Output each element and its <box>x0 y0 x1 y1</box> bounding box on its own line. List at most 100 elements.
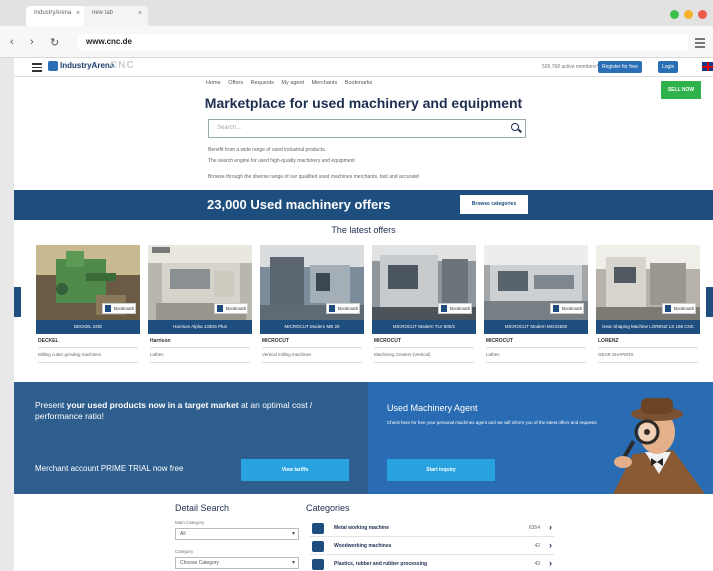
chevron-right-icon[interactable]: › <box>549 540 552 550</box>
page-content: Home Offers Requests My agent Merchants … <box>14 77 713 571</box>
carousel-prev-arrow[interactable] <box>14 287 21 317</box>
category-label: Category <box>175 549 194 554</box>
offer-category[interactable]: Lathes <box>150 352 164 357</box>
category-name: Metal working machine <box>334 525 390 531</box>
hamburger-menu-icon[interactable] <box>32 63 42 74</box>
merchant-promo-panel: Present your used products now in a targ… <box>14 382 368 494</box>
search-icon[interactable] <box>511 123 519 131</box>
login-button[interactable]: Login <box>658 61 679 73</box>
offer-category[interactable]: GEAR SHAPERS <box>598 352 634 357</box>
start-inquiry-button[interactable]: Start inquiry <box>387 459 495 481</box>
offer-category[interactable]: Lathes <box>486 352 500 357</box>
forward-icon[interactable]: › <box>30 36 34 48</box>
bookmark-button[interactable]: Bookmark <box>102 303 136 314</box>
view-tariffs-button[interactable]: View tariffs <box>241 459 349 481</box>
tab-close-icon[interactable]: × <box>76 10 80 17</box>
offer-maker: DECKEL <box>38 338 59 344</box>
category-row[interactable]: Plastics, rubber and rubber processing 4… <box>310 557 554 571</box>
divider <box>262 347 362 348</box>
offer-maker: LORENZ <box>598 338 619 344</box>
chevron-right-icon[interactable]: › <box>549 522 552 532</box>
chevron-right-icon[interactable]: › <box>549 558 552 568</box>
nav-offers[interactable]: Offers <box>228 80 243 86</box>
back-icon[interactable]: ‹ <box>10 36 14 48</box>
divider <box>150 362 250 363</box>
divider <box>374 362 474 363</box>
merchant-promo-text: Present your used products now in a targ… <box>35 400 313 421</box>
bookmark-button[interactable]: Bookmark <box>438 303 472 314</box>
category-row[interactable]: Metal working machine 6354 › <box>310 521 554 537</box>
search-input[interactable]: Search... <box>208 119 526 138</box>
carousel-next-arrow[interactable] <box>706 287 713 317</box>
offer-caption[interactable]: MICROCUT Modern MB 20 <box>260 320 364 334</box>
browser-tab-new[interactable]: new tab × <box>84 6 148 26</box>
nav-requests[interactable]: Requests <box>251 80 274 86</box>
bookmark-button[interactable]: Bookmark <box>326 303 360 314</box>
detective-illustration <box>613 398 705 494</box>
offer-maker: MICROCUT <box>486 338 513 344</box>
offer-card[interactable]: Bookmark MICROCUT Modern TLV 800/1 MICRO… <box>372 245 476 372</box>
site-header: IndustryArena CNC 526.768 active members… <box>14 58 713 77</box>
register-button[interactable]: Register for free <box>598 61 642 73</box>
offer-maker: Harrison <box>150 338 171 344</box>
offer-category[interactable]: Milling cutter grinding machines <box>38 352 101 357</box>
bookmark-button[interactable]: Bookmark <box>214 303 248 314</box>
offer-caption[interactable]: MICROCUT Modern TLV 800/1 <box>372 320 476 334</box>
bookmark-button[interactable]: Bookmark <box>550 303 584 314</box>
category-count: 43 <box>534 561 540 567</box>
tab-label: IndustryArena <box>34 10 72 16</box>
tab-label: new tab <box>92 10 114 16</box>
address-bar: ‹ › ↻ www.cnc.de <box>0 26 713 58</box>
window-close-icon[interactable] <box>698 10 707 19</box>
detail-search-title: Detail Search <box>175 503 230 513</box>
tab-close-icon[interactable]: × <box>138 10 142 17</box>
divider <box>262 362 362 363</box>
browser-tabbar: IndustryArena × new tab × <box>0 0 713 26</box>
browser-menu-icon[interactable] <box>695 38 705 50</box>
industryarena-logo[interactable]: IndustryArena <box>48 61 114 71</box>
category-select[interactable]: Choose Category <box>175 557 299 569</box>
offers-count-title: 23,000 Used machinery offers <box>207 197 391 212</box>
offer-category[interactable]: Vertical milling machines <box>262 352 311 357</box>
cnc-logo: CNC <box>110 60 135 71</box>
reload-icon[interactable]: ↻ <box>50 36 59 49</box>
nav-bookmarks[interactable]: Bookmarks <box>345 80 373 86</box>
agent-promo-description: Check here for free your personal machin… <box>387 420 597 425</box>
info-line-2: The search engine for used high-quality … <box>208 158 355 164</box>
offer-maker: MICROCUT <box>374 338 401 344</box>
nav-home[interactable]: Home <box>206 80 221 86</box>
url-field[interactable]: www.cnc.de <box>78 34 688 51</box>
browser-tab-active[interactable]: IndustryArena × <box>26 6 86 26</box>
offer-card[interactable]: Bookmark Harrison Alpha 1330S Plus Harri… <box>148 245 252 372</box>
divider <box>38 362 138 363</box>
offer-card[interactable]: Bookmark MICROCUT Modern MGX2500 MICROCU… <box>484 245 588 372</box>
offer-card[interactable]: Bookmark Gear Shaping Machine LORENZ LS … <box>596 245 700 372</box>
offer-caption[interactable]: Harrison Alpha 1330S Plus <box>148 320 252 334</box>
agent-promo-panel: Used Machinery Agent Check here for free… <box>368 382 713 494</box>
uk-flag-icon[interactable] <box>702 62 713 71</box>
divider <box>38 347 138 348</box>
bookmark-button[interactable]: Bookmark <box>662 303 696 314</box>
window-maximize-icon[interactable] <box>670 10 679 19</box>
divider <box>374 347 474 348</box>
nav-my-agent[interactable]: My agent <box>281 80 304 86</box>
offer-card[interactable]: Bookmark MICROCUT Modern MB 20 MICROCUT … <box>260 245 364 372</box>
site-nav: Home Offers Requests My agent Merchants … <box>206 80 378 86</box>
offer-maker: MICROCUT <box>262 338 289 344</box>
offer-caption[interactable]: MICROCUT Modern MGX2500 <box>484 320 588 334</box>
offer-category[interactable]: Machining Centers (Vertical) <box>374 352 431 357</box>
category-count: 6354 <box>528 525 540 531</box>
merchant-trial-text: Merchant account PRIME TRIAL now free <box>35 464 184 473</box>
metalworking-icon <box>312 523 324 534</box>
browse-categories-button[interactable]: Browse categories <box>460 195 528 214</box>
divider <box>486 362 586 363</box>
category-row[interactable]: Woodworking machines 42 › <box>310 539 554 555</box>
window-minimize-icon[interactable] <box>684 10 693 19</box>
nav-merchants[interactable]: Merchants <box>312 80 338 86</box>
category-count: 42 <box>534 543 540 549</box>
offer-caption[interactable]: Gear Shaping Machine LORENZ LS 156 CNC <box>596 320 700 334</box>
main-category-select[interactable]: All <box>175 528 299 540</box>
offer-card[interactable]: Bookmark DECKEL SOE DECKEL Milling cutte… <box>36 245 140 372</box>
latest-offers-title: The latest offers <box>331 225 396 235</box>
offer-caption[interactable]: DECKEL SOE <box>36 320 140 334</box>
